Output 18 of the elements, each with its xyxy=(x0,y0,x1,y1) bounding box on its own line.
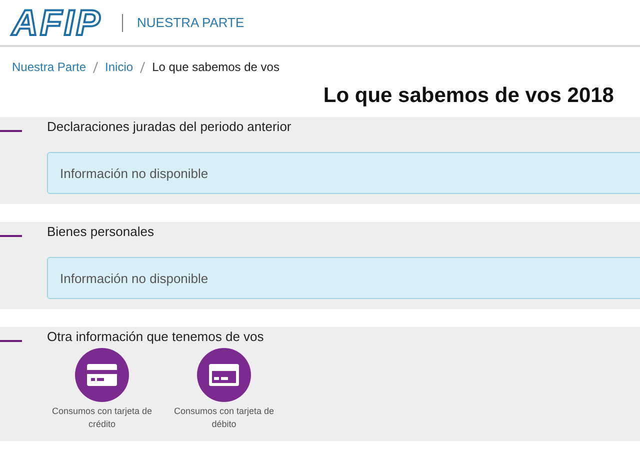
accent-line xyxy=(0,130,22,132)
accent-line xyxy=(0,340,22,342)
section-title: Bienes personales xyxy=(47,224,155,240)
section-title: Otra información que tenemos de vos xyxy=(47,329,265,345)
section-title: Declaraciones juradas del periodo anterior xyxy=(47,119,292,135)
logo[interactable]: AFIP xyxy=(12,2,102,42)
card-button[interactable]: Consumos con tarjeta de débito xyxy=(169,348,279,431)
card-button[interactable]: Consumos con tarjeta de crédito xyxy=(47,348,157,431)
breadcrumb-link[interactable]: Nuestra Parte xyxy=(12,60,86,74)
breadcrumb-link[interactable]: Inicio xyxy=(105,60,134,74)
accent-line xyxy=(0,235,22,237)
card-icon xyxy=(209,364,239,386)
info-alert: Información no disponible xyxy=(47,152,640,194)
info-alert: Información no disponible xyxy=(47,257,640,299)
card-icon xyxy=(87,364,117,386)
page-title: Lo que sabemos de vos 2018 xyxy=(322,83,614,109)
site-name: NUESTRA PARTE xyxy=(137,15,244,30)
breadcrumb-current: Lo que sabemos de vos xyxy=(152,60,280,74)
